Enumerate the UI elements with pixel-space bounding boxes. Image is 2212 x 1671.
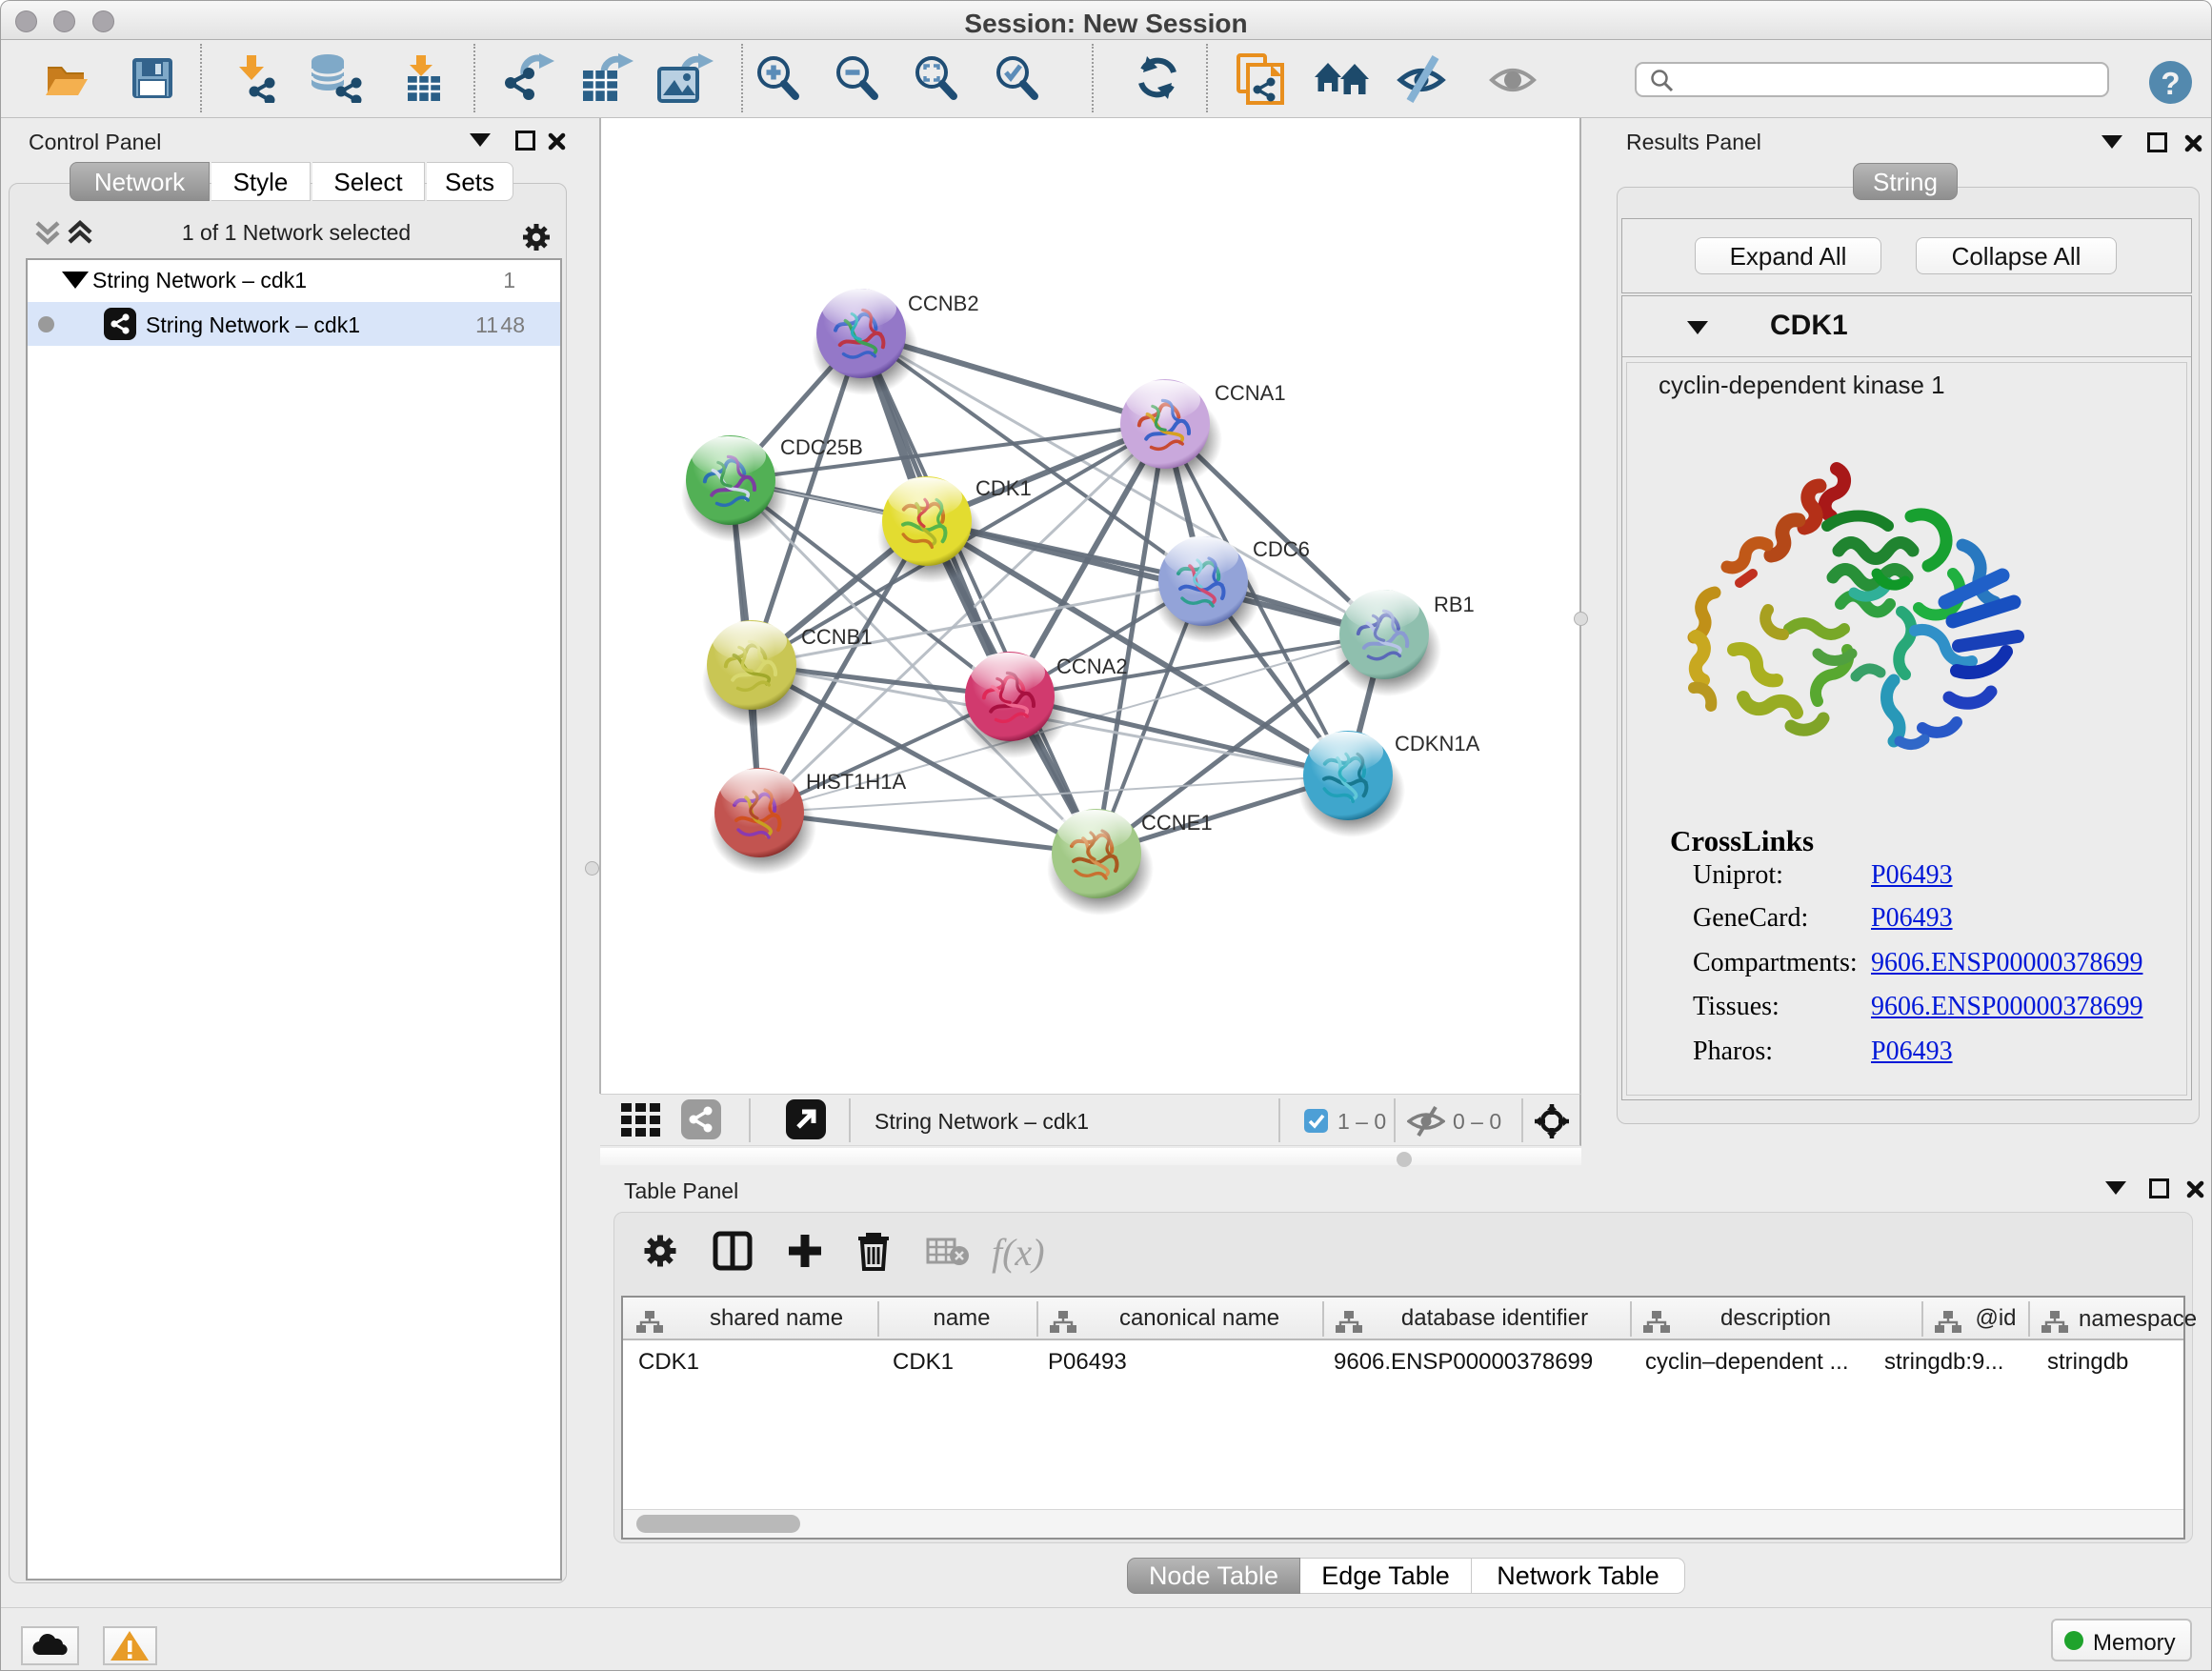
svg-text:CDC25B: CDC25B [780, 435, 863, 459]
svg-text:CCNB2: CCNB2 [908, 292, 979, 315]
svg-text:CCNA2: CCNA2 [1056, 654, 1128, 678]
svg-text:CCNA1: CCNA1 [1215, 381, 1286, 405]
svg-text:CCNB1: CCNB1 [801, 625, 873, 649]
svg-text:RB1: RB1 [1434, 593, 1475, 616]
svg-text:CDK1: CDK1 [975, 476, 1032, 500]
svg-text:HIST1H1A: HIST1H1A [806, 770, 906, 794]
svg-text:CCNE1: CCNE1 [1141, 811, 1213, 835]
svg-text:CDC6: CDC6 [1253, 537, 1310, 561]
svg-text:?: ? [2161, 66, 2180, 101]
svg-text:CDKN1A: CDKN1A [1395, 732, 1480, 755]
